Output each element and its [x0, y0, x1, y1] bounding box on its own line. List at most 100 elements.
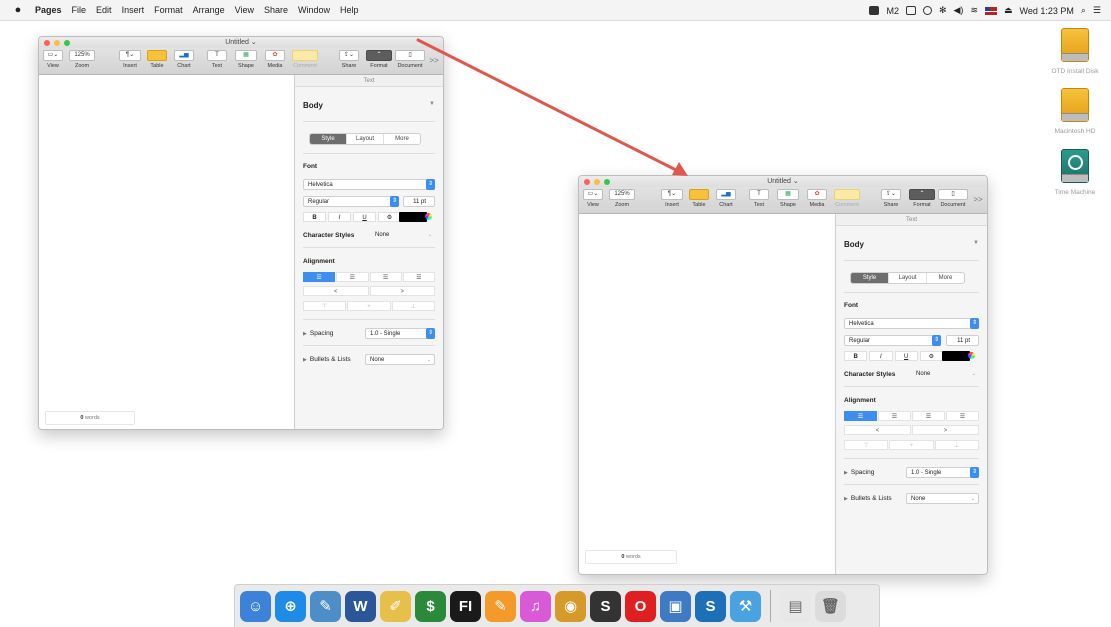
align-bottom-button[interactable]: ⊥ — [934, 440, 979, 450]
toolbar-overflow-icon[interactable]: >> — [429, 56, 439, 65]
underline-button[interactable]: U — [353, 212, 376, 222]
menu-file[interactable]: File — [67, 5, 92, 15]
document-icon[interactable]: ▤ — [780, 590, 811, 622]
align-center-button[interactable]: ☰ — [336, 272, 369, 282]
bullets-disclosure[interactable]: ▶ Bullets & Lists — [844, 495, 906, 502]
menu-format[interactable]: Format — [149, 5, 188, 15]
media-button[interactable]: ✿ Media — [807, 189, 827, 208]
time-machine-menu-icon[interactable] — [922, 6, 932, 15]
camera-icon[interactable] — [869, 6, 880, 15]
align-bottom-button[interactable]: ⊥ — [391, 301, 435, 311]
insert-button[interactable]: ¶⌄ Insert — [119, 50, 141, 69]
view-button[interactable]: ▭⌄ View — [43, 50, 63, 69]
align-middle-button[interactable]: + — [347, 301, 391, 311]
bullets-disclosure[interactable]: ▶ Bullets & Lists — [303, 356, 365, 363]
comment-button[interactable]: Comment — [834, 189, 860, 208]
underline-button[interactable]: U — [894, 351, 918, 361]
align-top-button[interactable]: ⊤ — [303, 301, 347, 311]
text-button[interactable]: T Text — [207, 50, 227, 69]
text-options-gear-icon[interactable]: ⚙ — [378, 212, 401, 222]
format-button[interactable]: ⌃ Format — [366, 50, 392, 69]
align-top-button[interactable]: ⊤ — [844, 440, 889, 450]
zoom-button[interactable]: 125% Zoom — [69, 50, 95, 69]
format-button[interactable]: ⌃ Format — [909, 189, 935, 208]
finder-icon[interactable]: ☺ — [240, 590, 271, 622]
spotlight-search-icon[interactable]: ⌕ — [1081, 5, 1086, 16]
document-canvas[interactable]: 0 words — [39, 75, 296, 429]
itunes-icon[interactable]: ♫ — [520, 590, 551, 622]
table-button[interactable]: Table — [689, 189, 709, 208]
spacing-popup[interactable]: 1.0 - Single ⇕ — [906, 467, 979, 478]
volume-icon[interactable]: ◀) — [954, 5, 964, 16]
font-size-stepper[interactable]: 11 pt — [403, 196, 435, 207]
chart-button[interactable]: ▂▅ Chart — [174, 50, 194, 69]
align-left-button[interactable]: ☰ — [844, 411, 877, 421]
share-button[interactable]: ⇪⌄ Share — [881, 189, 901, 208]
title-bar[interactable]: Untitled ⌄ — [579, 176, 987, 187]
view-button[interactable]: ▭⌄ View — [583, 189, 603, 208]
toolbar-overflow-icon[interactable]: >> — [973, 195, 983, 204]
notification-center-icon[interactable]: ☰ — [1093, 5, 1101, 16]
align-center-button[interactable]: ☰ — [878, 411, 911, 421]
menu-window[interactable]: Window — [293, 5, 335, 15]
text-color-well[interactable] — [942, 351, 975, 361]
font-size-stepper[interactable]: 11 pt — [946, 335, 979, 346]
s-blue-icon[interactable]: S — [695, 590, 726, 622]
decrease-indent-button[interactable]: < — [303, 286, 369, 296]
bold-button[interactable]: B — [844, 351, 868, 361]
italic-button[interactable]: I — [869, 351, 893, 361]
display-icon[interactable] — [905, 6, 916, 15]
comment-button[interactable]: Comment — [292, 50, 318, 69]
media-button[interactable]: ✿ Media — [265, 50, 285, 69]
bullets-popup[interactable]: None ⌄ — [906, 493, 979, 504]
align-middle-button[interactable]: + — [889, 440, 934, 450]
font-family-popup[interactable]: Helvetica ⇕ — [303, 179, 435, 190]
bluetooth-icon[interactable]: ✻ — [939, 5, 947, 16]
zoom-button[interactable]: 125% Zoom — [609, 189, 635, 208]
image-capture-icon[interactable]: ▣ — [660, 590, 691, 622]
text-button[interactable]: T Text — [749, 189, 769, 208]
document-button[interactable]: ▯ Document — [938, 189, 968, 208]
s-app-icon[interactable]: S — [590, 590, 621, 622]
insert-button[interactable]: ¶⌄ Insert — [661, 189, 683, 208]
menu-help[interactable]: Help — [335, 5, 364, 15]
align-right-button[interactable]: ☰ — [369, 272, 402, 282]
shape-button[interactable]: ▦ Shape — [235, 50, 257, 69]
document-canvas[interactable]: 0 words — [579, 214, 837, 574]
align-right-button[interactable]: ☰ — [912, 411, 945, 421]
text-color-well[interactable] — [399, 212, 432, 222]
opera-icon[interactable]: O — [625, 590, 656, 622]
chart-button[interactable]: ▂▅ Chart — [716, 189, 736, 208]
menu-arrange[interactable]: Arrange — [188, 5, 230, 15]
eject-icon[interactable]: ⏏ — [1004, 5, 1013, 16]
menu-edit[interactable]: Edit — [91, 5, 117, 15]
menu-app-pages[interactable]: Pages — [30, 5, 67, 15]
wifi-icon[interactable]: ≋ — [970, 5, 978, 16]
notes-icon[interactable]: ✐ — [380, 590, 411, 622]
desktop-icon-time-machine[interactable]: Time Machine — [1045, 149, 1105, 196]
bold-button[interactable]: B — [303, 212, 326, 222]
tab-layout[interactable]: Layout — [347, 134, 384, 144]
align-justify-button[interactable]: ☰ — [402, 272, 435, 282]
font-weight-popup[interactable]: Regular ⇕ — [303, 196, 399, 207]
table-button[interactable]: Table — [147, 50, 167, 69]
trash-icon[interactable]: 🗑 — [815, 590, 846, 622]
increase-indent-button[interactable]: > — [912, 425, 979, 435]
italic-button[interactable]: I — [328, 212, 351, 222]
safari-icon[interactable]: ⊕ — [275, 590, 306, 622]
bullets-popup[interactable]: None ⌄ — [365, 354, 435, 365]
pdf-icon[interactable]: ◉ — [555, 590, 586, 622]
align-left-button[interactable]: ☰ — [303, 272, 336, 282]
tab-style[interactable]: Style — [851, 273, 889, 283]
text-options-gear-icon[interactable]: ⚙ — [919, 351, 943, 361]
spacing-popup[interactable]: 1.0 - Single ⇕ — [365, 328, 435, 339]
pages-icon[interactable]: ✎ — [485, 590, 516, 622]
apple-menu-icon[interactable]: ● — [6, 4, 30, 16]
tab-style[interactable]: Style — [310, 134, 347, 144]
document-button[interactable]: ▯ Document — [395, 50, 425, 69]
title-bar[interactable]: Untitled ⌄ — [39, 37, 443, 48]
menu-share[interactable]: Share — [259, 5, 293, 15]
menu-insert[interactable]: Insert — [117, 5, 150, 15]
sidebar-tab-text[interactable]: Text — [836, 214, 987, 226]
tab-more[interactable]: More — [927, 273, 964, 283]
